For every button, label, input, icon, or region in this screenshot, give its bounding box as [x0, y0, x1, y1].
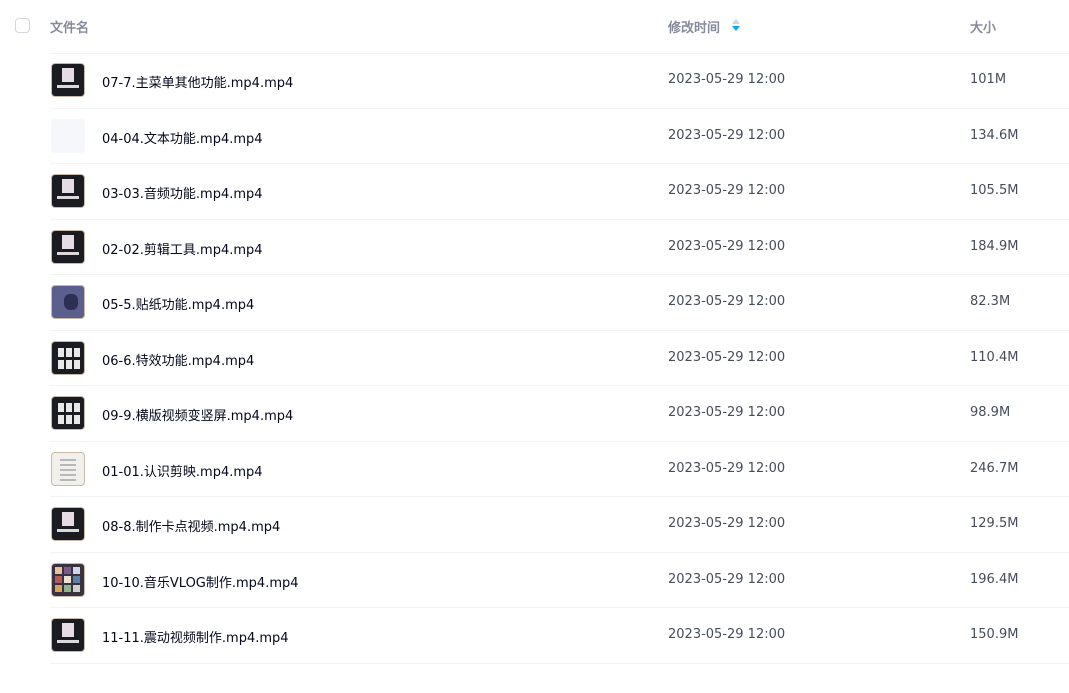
file-row[interactable]: 07-7.主菜单其他功能.mp4.mp4 2023-05-29 12:00 101M — [0, 53, 1069, 109]
file-modified-time: 2023-05-29 12:00 — [668, 183, 786, 198]
file-modified-time: 2023-05-29 12:00 — [668, 405, 786, 420]
video-thumbnail — [51, 396, 85, 430]
video-thumbnail — [51, 118, 85, 153]
video-thumbnail — [51, 63, 85, 97]
file-size: 134.6M — [970, 127, 1019, 143]
file-row[interactable]: 10-10.音乐VLOG制作.mp4.mp4 2023-05-29 12:00 19… — [0, 553, 1069, 609]
file-size: 129.5M — [970, 516, 1019, 531]
file-name[interactable]: 03-03.音频功能.mp4.mp4 — [102, 183, 263, 202]
file-name[interactable]: 11-11.震动视频制作.mp4.mp4 — [102, 627, 289, 646]
file-name[interactable]: 07-7.主菜单其他功能.mp4.mp4 — [102, 72, 293, 91]
file-row[interactable]: 04-04.文本功能.mp4.mp4 2023-05-29 12:00 134.6M — [0, 109, 1069, 165]
select-all-checkbox[interactable] — [15, 18, 30, 33]
file-row[interactable]: 08-8.制作卡点视频.mp4.mp4 2023-05-29 12:00 129.5… — [0, 497, 1069, 553]
file-name[interactable]: 09-9.横版视频变竖屏.mp4.mp4 — [102, 405, 293, 424]
file-size: 110.4M — [970, 349, 1019, 365]
column-header-time[interactable]: 修改时间 — [668, 17, 720, 36]
video-thumbnail — [51, 562, 85, 597]
video-thumbnail — [51, 340, 85, 375]
sort-icon[interactable] — [731, 18, 741, 32]
column-header-size[interactable]: 大小 — [970, 17, 996, 36]
column-header-name[interactable]: 文件名 — [50, 17, 89, 36]
file-name[interactable]: 04-04.文本功能.mp4.mp4 — [102, 128, 263, 147]
video-thumbnail — [51, 451, 85, 486]
file-row[interactable]: 11-11.震动视频制作.mp4.mp4 2023-05-29 12:00 150.… — [0, 608, 1069, 664]
file-row[interactable]: 06-6.特效功能.mp4.mp4 2023-05-29 12:00 110.4M — [0, 331, 1069, 387]
file-size: 82.3M — [970, 294, 1011, 309]
file-size: 105.5M — [970, 183, 1019, 198]
file-list-header: 文件名 修改时间 大小 — [0, 0, 1069, 53]
file-size: 150.9M — [970, 627, 1019, 642]
file-row[interactable]: 02-02.剪辑工具.mp4.mp4 2023-05-29 12:00 184.9M — [0, 220, 1069, 276]
file-name[interactable]: 10-10.音乐VLOG制作.mp4.mp4 — [102, 572, 299, 591]
file-size: 196.4M — [970, 571, 1019, 587]
file-modified-time: 2023-05-29 12:00 — [668, 460, 786, 476]
video-thumbnail — [51, 229, 85, 264]
file-modified-time: 2023-05-29 12:00 — [668, 294, 786, 309]
video-thumbnail — [51, 618, 85, 652]
video-thumbnail — [51, 507, 85, 541]
file-name[interactable]: 05-5.贴纸功能.mp4.mp4 — [102, 294, 254, 313]
file-size: 101M — [970, 72, 1007, 87]
file-modified-time: 2023-05-29 12:00 — [668, 238, 786, 254]
file-list: 07-7.主菜单其他功能.mp4.mp4 2023-05-29 12:00 101M… — [0, 53, 1069, 664]
file-modified-time: 2023-05-29 12:00 — [668, 571, 786, 587]
file-name[interactable]: 06-6.特效功能.mp4.mp4 — [102, 350, 254, 369]
file-modified-time: 2023-05-29 12:00 — [668, 349, 786, 365]
video-thumbnail — [51, 174, 85, 208]
file-row[interactable]: 05-5.贴纸功能.mp4.mp4 2023-05-29 12:00 82.3M — [0, 275, 1069, 331]
file-row[interactable]: 03-03.音频功能.mp4.mp4 2023-05-29 12:00 105.5M — [0, 164, 1069, 220]
file-name[interactable]: 08-8.制作卡点视频.mp4.mp4 — [102, 516, 280, 535]
file-size: 184.9M — [970, 238, 1019, 254]
file-modified-time: 2023-05-29 12:00 — [668, 627, 786, 642]
file-modified-time: 2023-05-29 12:00 — [668, 72, 786, 87]
file-name[interactable]: 02-02.剪辑工具.mp4.mp4 — [102, 239, 263, 258]
file-size: 246.7M — [970, 460, 1019, 476]
file-row[interactable]: 09-9.横版视频变竖屏.mp4.mp4 2023-05-29 12:00 98.9… — [0, 386, 1069, 442]
file-modified-time: 2023-05-29 12:00 — [668, 516, 786, 531]
file-modified-time: 2023-05-29 12:00 — [668, 127, 786, 143]
file-row[interactable]: 01-01.认识剪映.mp4.mp4 2023-05-29 12:00 246.7M — [0, 442, 1069, 498]
file-name[interactable]: 01-01.认识剪映.mp4.mp4 — [102, 461, 263, 480]
video-thumbnail — [51, 285, 85, 319]
file-size: 98.9M — [970, 405, 1011, 420]
